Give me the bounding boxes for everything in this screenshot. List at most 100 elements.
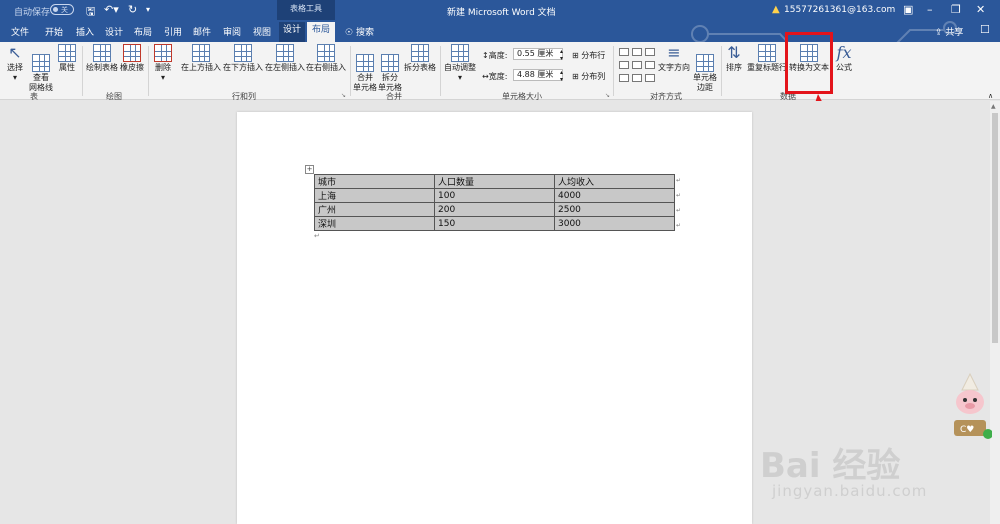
- merge-cells-button[interactable]: 合并 单元格: [353, 44, 377, 93]
- table-move-handle-icon[interactable]: +: [305, 165, 314, 174]
- tab-file[interactable]: 文件: [11, 25, 29, 38]
- distribute-cols-button[interactable]: ⊞ 分布列: [572, 71, 605, 82]
- properties-button[interactable]: 属性: [56, 44, 78, 73]
- table-cell[interactable]: 上海: [314, 188, 435, 203]
- select-button[interactable]: ↖ 选择 ▾: [4, 44, 26, 83]
- tab-table-layout[interactable]: 布局: [307, 22, 335, 42]
- warning-icon[interactable]: ▲: [772, 4, 780, 15]
- align-middle-left-icon[interactable]: [619, 61, 629, 69]
- comments-icon[interactable]: ☐: [980, 23, 990, 36]
- view-gridlines-button[interactable]: 查看 网格线: [28, 44, 54, 93]
- ribbon-display-icon[interactable]: ▣: [903, 3, 913, 16]
- width-input[interactable]: 4.88 厘米: [513, 69, 563, 81]
- table-cell[interactable]: 4000: [554, 188, 675, 203]
- tab-layout[interactable]: 布局: [134, 25, 152, 38]
- cell-margins-button[interactable]: 单元格 边距: [692, 44, 718, 93]
- dropdown-icon: ▾: [12, 73, 17, 82]
- insert-above-button[interactable]: 在上方插入: [180, 44, 222, 73]
- dialog-launcher-icon[interactable]: ↘: [341, 92, 346, 99]
- properties-icon: [58, 44, 76, 62]
- tab-mailings[interactable]: 邮件: [193, 25, 211, 38]
- vertical-scrollbar[interactable]: ▲: [990, 101, 1000, 524]
- distribute-rows-label: 分布行: [581, 51, 606, 60]
- title-bar: 自动保存 关 🖫 ↶▾ ↻ ▾ 表格工具 新建 Microsoft Word 文…: [0, 0, 1000, 20]
- insert-below-button[interactable]: 在下方插入: [222, 44, 264, 73]
- autofit-button[interactable]: 自动调整 ▾: [443, 44, 477, 83]
- height-input[interactable]: 0.55 厘米: [513, 48, 563, 60]
- table-row: 城市 人口数量 人均收入: [314, 174, 675, 189]
- table-cell[interactable]: 150: [434, 216, 555, 231]
- dialog-launcher-icon[interactable]: ↘: [605, 92, 610, 99]
- table-cell[interactable]: 3000: [554, 216, 675, 231]
- delete-table-icon: [154, 44, 172, 62]
- split-cells-button[interactable]: 拆分 单元格: [378, 44, 402, 93]
- table-cell[interactable]: 200: [434, 202, 555, 217]
- sort-button[interactable]: ⇅ 排序: [724, 44, 744, 73]
- align-top-center-icon[interactable]: [632, 48, 642, 56]
- table-cell[interactable]: 广州: [314, 202, 435, 217]
- table-cell[interactable]: 100: [434, 188, 555, 203]
- table-cell[interactable]: 城市: [314, 174, 435, 189]
- table-tools-label: 表格工具: [277, 0, 335, 20]
- distribute-rows-button[interactable]: ⊞ 分布行: [572, 50, 605, 61]
- tab-insert[interactable]: 插入: [76, 25, 94, 38]
- group-divider: [148, 46, 149, 96]
- customize-icon[interactable]: ▾: [146, 5, 150, 14]
- collapse-ribbon-icon[interactable]: ∧: [988, 92, 993, 100]
- share-button[interactable]: ⇪ 共享: [935, 25, 963, 38]
- tab-references[interactable]: 引用: [164, 25, 182, 38]
- merge-cells-icon: [356, 54, 374, 72]
- align-middle-right-icon[interactable]: [645, 61, 655, 69]
- delete-button[interactable]: 删除 ▾: [151, 44, 175, 83]
- scroll-thumb[interactable]: [992, 113, 998, 343]
- align-bottom-left-icon[interactable]: [619, 74, 629, 82]
- search-label: 搜索: [355, 28, 374, 38]
- tab-review[interactable]: 审阅: [223, 25, 241, 38]
- spinner-icon[interactable]: ▴ ▾: [560, 69, 563, 83]
- minimize-icon[interactable]: –: [927, 3, 933, 16]
- data-table[interactable]: 城市 人口数量 人均收入 上海 100 4000 广州 200 2500 深圳 …: [314, 174, 675, 231]
- insert-right-button[interactable]: 在右侧插入: [305, 44, 347, 73]
- row-end-mark-icon: ↵: [676, 222, 682, 229]
- align-bottom-right-icon[interactable]: [645, 74, 655, 82]
- insert-left-button[interactable]: 在左侧插入: [264, 44, 306, 73]
- formula-button[interactable]: fx 公式: [834, 44, 854, 73]
- table-cell[interactable]: 人口数量: [434, 174, 555, 189]
- align-top-right-icon[interactable]: [645, 48, 655, 56]
- cell-margins-icon: [696, 54, 714, 72]
- repeat-header-button[interactable]: 重复标题行: [747, 44, 787, 73]
- draw-table-button[interactable]: 绘制表格: [85, 44, 119, 73]
- align-middle-center-icon[interactable]: [632, 61, 642, 69]
- text-direction-button[interactable]: ≡ 文字方向: [657, 44, 691, 73]
- group-divider: [440, 46, 441, 96]
- cursor-icon: ↖: [8, 43, 22, 62]
- tab-home[interactable]: 开始: [45, 25, 63, 38]
- table-cell[interactable]: 2500: [554, 202, 675, 217]
- scroll-up-icon[interactable]: ▲: [991, 103, 996, 110]
- table-cell[interactable]: 人均收入: [554, 174, 675, 189]
- tab-design[interactable]: 设计: [105, 25, 123, 38]
- toggle-knob: [53, 7, 58, 12]
- row-end-mark-icon: ↵: [676, 192, 682, 199]
- autosave-label: 自动保存: [14, 8, 51, 18]
- height-label-text: 高度:: [488, 51, 508, 60]
- user-account[interactable]: 15577261361@163.com: [784, 5, 895, 15]
- close-icon[interactable]: ✕: [976, 3, 985, 16]
- redo-icon[interactable]: ↻: [128, 3, 137, 16]
- autosave-toggle[interactable]: 关: [50, 4, 74, 15]
- tab-table-design[interactable]: 设计: [279, 22, 305, 42]
- split-table-button[interactable]: 拆分表格: [403, 44, 437, 73]
- table-cell[interactable]: 深圳: [314, 216, 435, 231]
- text-direction-icon: ≡: [667, 43, 681, 62]
- search-box[interactable]: ☉ 搜索: [345, 25, 374, 38]
- tab-view[interactable]: 视图: [253, 25, 271, 38]
- undo-icon[interactable]: ↶▾: [104, 3, 119, 16]
- width-label-text: 宽度:: [488, 72, 508, 81]
- align-top-left-icon[interactable]: [619, 48, 629, 56]
- restore-icon[interactable]: ❐: [951, 3, 961, 16]
- align-bottom-center-icon[interactable]: [632, 74, 642, 82]
- eraser-button[interactable]: 橡皮擦: [119, 44, 145, 73]
- group-divider: [721, 46, 722, 96]
- spinner-icon[interactable]: ▴ ▾: [560, 48, 563, 62]
- gridlines-icon: [32, 54, 50, 72]
